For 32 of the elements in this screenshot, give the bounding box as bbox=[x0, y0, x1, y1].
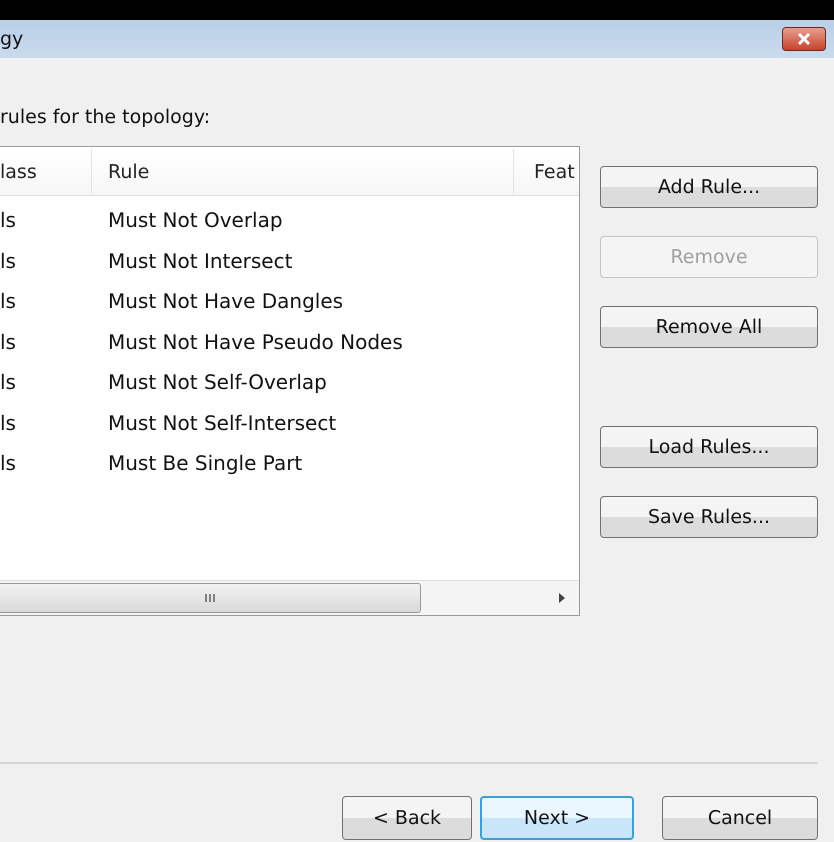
table-cell-text: Must Not Self-Overlap bbox=[107, 370, 328, 394]
table-cell-text: Must Not Have Pseudo Nodes bbox=[107, 330, 404, 354]
table-cell-text: ls bbox=[0, 410, 17, 435]
window-title: gy bbox=[0, 28, 24, 50]
table-cell-text: ls bbox=[0, 289, 17, 314]
side-button[interactable]: Load Rules... bbox=[600, 426, 818, 468]
instruction-text: rules for the topology: bbox=[0, 106, 212, 130]
table-cell-text: Must Not Have Dangles bbox=[107, 289, 344, 314]
grip-icon bbox=[205, 593, 215, 603]
column-header[interactable]: Rule bbox=[92, 149, 514, 195]
table-cell-text: Must Not Self-Intersect bbox=[107, 410, 338, 435]
table-cell-text: ls bbox=[0, 330, 17, 354]
footer-button[interactable]: Next > bbox=[480, 796, 634, 840]
scroll-right-icon[interactable] bbox=[559, 593, 565, 603]
close-button[interactable] bbox=[782, 27, 826, 51]
table-cell-text: ls bbox=[0, 248, 17, 273]
footer-button[interactable]: < Back bbox=[342, 796, 472, 840]
horizontal-scrollbar[interactable] bbox=[0, 580, 579, 615]
table-cell-text: ls bbox=[0, 370, 17, 394]
table-cell-text: ls bbox=[0, 208, 17, 232]
side-button[interactable]: Remove All bbox=[600, 306, 818, 348]
side-button[interactable]: Save Rules... bbox=[600, 496, 818, 538]
column-header[interactable]: lass bbox=[0, 149, 92, 195]
side-button[interactable]: Add Rule... bbox=[600, 166, 818, 208]
footer-button[interactable]: Cancel bbox=[662, 796, 818, 840]
table-cell-text: Must Not Overlap bbox=[107, 208, 284, 232]
column-header[interactable]: Feat bbox=[514, 149, 575, 195]
close-icon bbox=[796, 33, 812, 45]
table-cell-text: Must Not Intersect bbox=[107, 248, 294, 273]
scrollbar-thumb[interactable] bbox=[0, 583, 421, 613]
table-cell-text: Must Be Single Part bbox=[107, 451, 304, 476]
table-cell-text: ls bbox=[0, 451, 17, 476]
